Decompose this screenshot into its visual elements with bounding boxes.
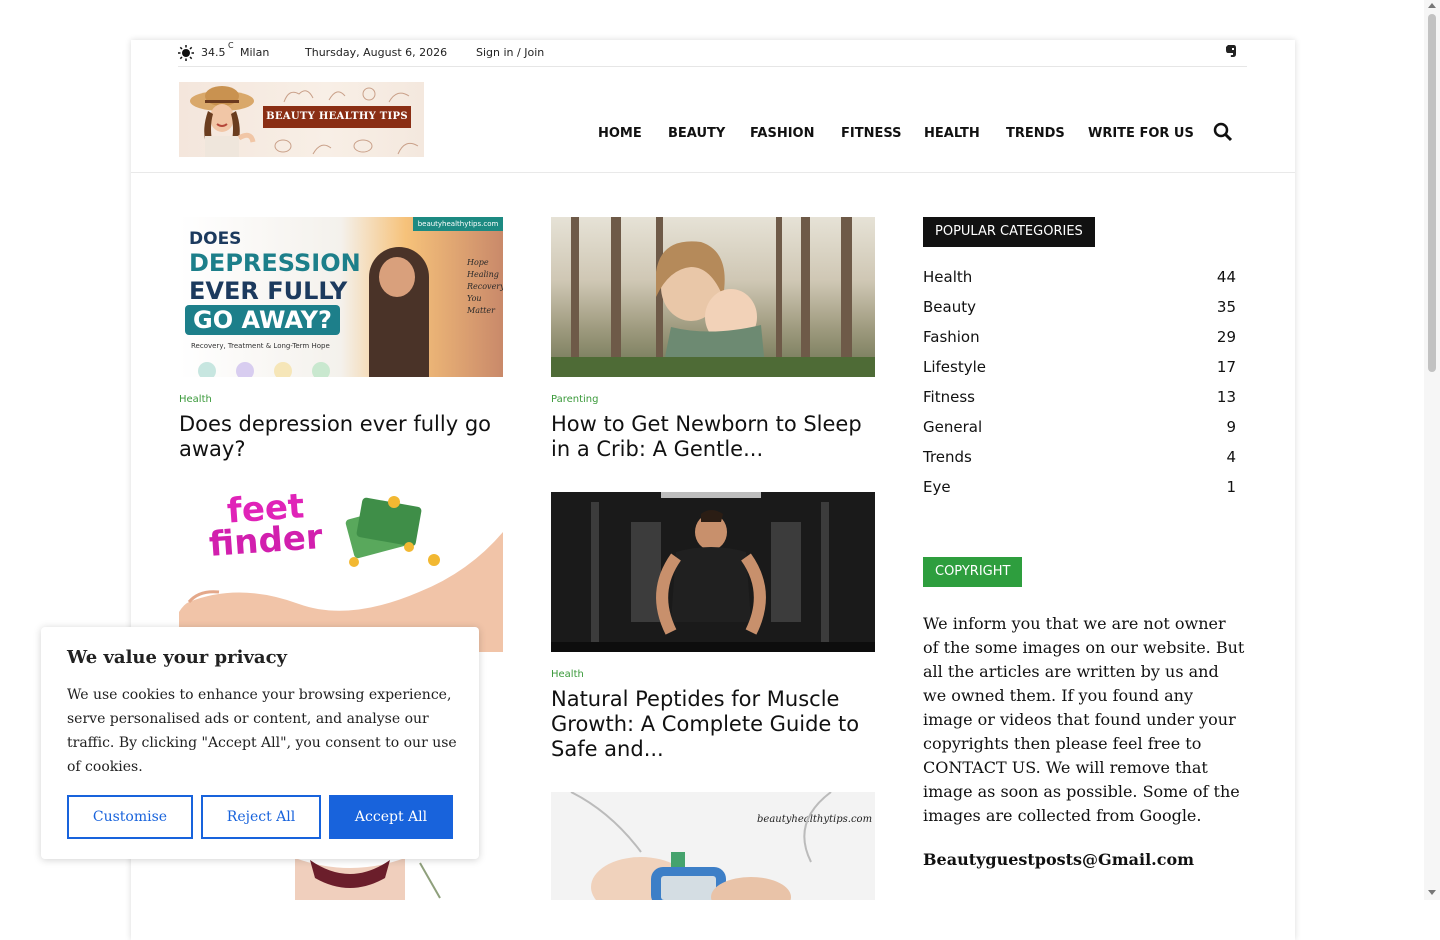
- post-title-depression[interactable]: Does depression ever fully go away?: [179, 412, 503, 462]
- category-count: 44: [1216, 268, 1236, 286]
- logo-decoration-bottom: [274, 139, 419, 155]
- contact-email[interactable]: Beautyguestposts@Gmail.com: [923, 850, 1194, 869]
- category-count: 29: [1216, 328, 1236, 346]
- nav-write-for-us[interactable]: WRITE FOR US: [1088, 126, 1194, 141]
- page-scrollbar[interactable]: [1424, 0, 1440, 900]
- current-date: Thursday, August 6, 2026: [305, 46, 448, 59]
- category-name: General: [923, 418, 983, 436]
- image-gym-scene: [551, 492, 875, 652]
- logo-woman-illustration: [190, 86, 256, 157]
- nav-fashion[interactable]: FASHION: [750, 126, 814, 141]
- post-image-peptides[interactable]: [551, 492, 875, 652]
- post-title-peptides[interactable]: Natural Peptides for Muscle Growth: A Co…: [551, 687, 875, 762]
- customise-button[interactable]: Customise: [67, 795, 193, 839]
- image-script-4: You Matter: [467, 294, 495, 315]
- image-subline: Recovery, Treatment & Long-Term Hope: [191, 342, 330, 350]
- category-name: Fashion: [923, 328, 980, 346]
- image-headline-3: EVER FULLY: [189, 277, 348, 305]
- evernote-icon[interactable]: [1225, 44, 1237, 58]
- scroll-up-arrow-icon[interactable]: [1428, 3, 1436, 8]
- image-script-1: Hope: [467, 258, 489, 267]
- city: Milan: [240, 46, 270, 59]
- category-name: Fitness: [923, 388, 975, 406]
- sign-in-link[interactable]: Sign in / Join: [476, 46, 544, 59]
- post-image-depression[interactable]: beautyhealthytips.com DOES DEPRESSION EV…: [179, 217, 503, 377]
- post-image-lingerie-partial[interactable]: [255, 858, 445, 900]
- image-glucose-meter: [570, 792, 832, 900]
- accept-all-button[interactable]: Accept All: [329, 795, 453, 839]
- header-divider: [131, 172, 1295, 173]
- image-icon-row: [198, 362, 330, 377]
- image-headline-1: DOES: [189, 229, 242, 249]
- logo-text: BEAUTY HEALTHY TIPS: [263, 106, 411, 128]
- image-woman-face: [379, 257, 415, 297]
- category-row[interactable]: Fitness 13: [923, 388, 1236, 410]
- category-row[interactable]: Health 44: [923, 268, 1236, 290]
- image-headline-4: GO AWAY?: [185, 305, 340, 335]
- category-count: 13: [1216, 388, 1236, 406]
- nav-health[interactable]: HEALTH: [924, 126, 980, 141]
- nav-home[interactable]: HOME: [598, 126, 642, 141]
- copyright-heading: COPYRIGHT: [923, 557, 1023, 587]
- category-row[interactable]: Eye 1: [923, 478, 1236, 500]
- nav-fitness[interactable]: FITNESS: [841, 126, 902, 141]
- scroll-down-arrow-icon[interactable]: [1428, 890, 1436, 895]
- post-image-glucose[interactable]: beautyhealthytips.com: [551, 792, 875, 900]
- category-count: 9: [1226, 418, 1236, 436]
- category-count: 17: [1216, 358, 1236, 376]
- logo-decoration: [283, 87, 410, 103]
- image-script-3: Recovery: [467, 282, 503, 291]
- nav-trends[interactable]: TRENDS: [1006, 126, 1065, 141]
- image-headline-2: DEPRESSION: [189, 249, 361, 277]
- post-category-health[interactable]: Health: [179, 394, 212, 405]
- post-category-parenting[interactable]: Parenting: [551, 394, 598, 405]
- post-image-newborn[interactable]: [551, 217, 875, 377]
- category-name: Eye: [923, 478, 951, 496]
- image-site-watermark: beautyhealthytips.com: [413, 217, 503, 231]
- category-name: Beauty: [923, 298, 976, 316]
- image-forest-scene: [551, 217, 875, 377]
- search-icon[interactable]: [1213, 122, 1233, 142]
- category-row[interactable]: Lifestyle 17: [923, 358, 1236, 380]
- image-lingerie-fragment: [295, 858, 441, 900]
- category-name: Health: [923, 268, 973, 286]
- sun-icon: [178, 45, 194, 61]
- site-logo[interactable]: BEAUTY HEALTHY TIPS: [179, 82, 424, 157]
- cookie-consent-banner: We value your privacy We use cookies to …: [41, 627, 479, 859]
- top-bar: 34.5 C Milan Thursday, August 6, 2026 Si…: [178, 40, 1247, 67]
- popular-categories-heading: POPULAR CATEGORIES: [923, 217, 1095, 247]
- cookie-text: We use cookies to enhance your browsing …: [67, 687, 457, 775]
- temperature: 34.5: [201, 46, 226, 59]
- nav-beauty[interactable]: BEAUTY: [668, 126, 725, 141]
- category-count: 35: [1216, 298, 1236, 316]
- category-row[interactable]: Trends 4: [923, 448, 1236, 470]
- category-row[interactable]: Fashion 29: [923, 328, 1236, 350]
- category-name: Trends: [923, 448, 972, 466]
- category-row[interactable]: General 9: [923, 418, 1236, 440]
- cookie-title: We value your privacy: [67, 647, 287, 668]
- category-count: 1: [1226, 478, 1236, 496]
- post-category-health-2[interactable]: Health: [551, 669, 584, 680]
- post-title-newborn[interactable]: How to Get Newborn to Sleep in a Crib: A…: [551, 412, 875, 462]
- category-name: Lifestyle: [923, 358, 987, 376]
- scroll-thumb[interactable]: [1428, 14, 1436, 372]
- copyright-text: We inform you that we are not owner of t…: [923, 614, 1245, 825]
- category-row[interactable]: Beauty 35: [923, 298, 1236, 320]
- temperature-unit: C: [228, 41, 234, 50]
- reject-all-button[interactable]: Reject All: [201, 795, 321, 839]
- image-script-2: Healing: [467, 270, 499, 279]
- category-count: 4: [1226, 448, 1236, 466]
